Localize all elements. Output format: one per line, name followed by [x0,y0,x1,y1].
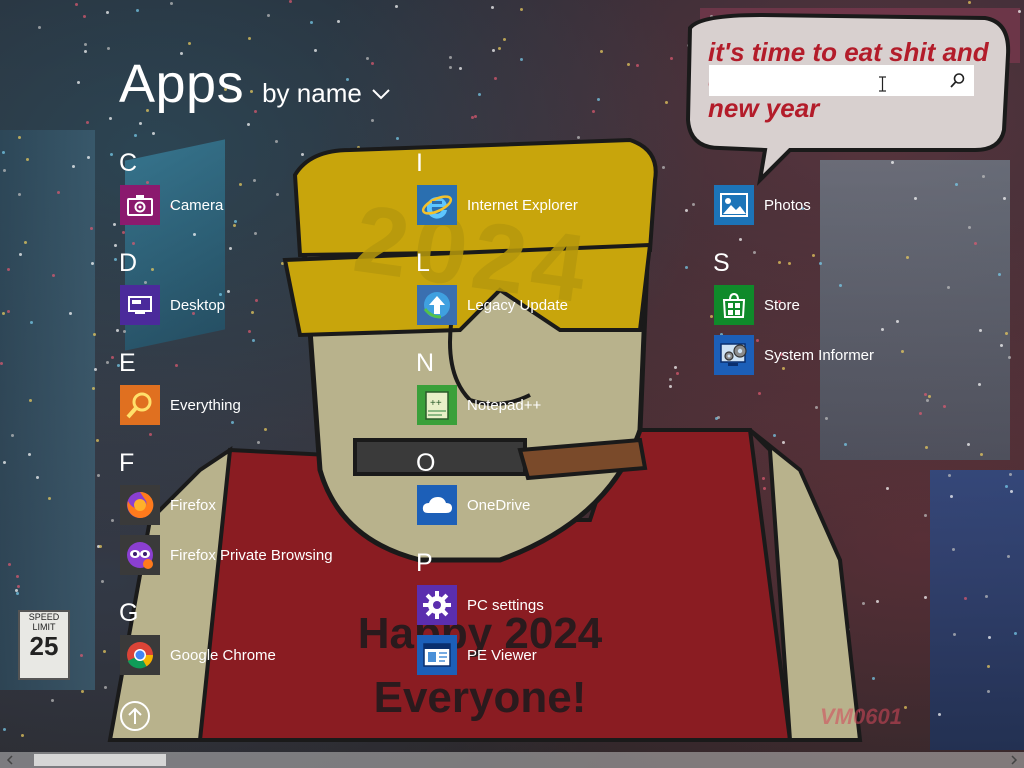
store-icon [714,285,754,325]
horizontal-scrollbar[interactable] [0,752,1024,768]
app-label: Camera [170,196,224,214]
speed-limit-sign-number: 25 [29,631,59,661]
group-header-c[interactable]: C [119,149,137,178]
firefox-icon [120,485,160,525]
app-label: OneDrive [467,496,531,514]
notepad-plus-icon: ++ [417,385,457,425]
gear-icon [417,585,457,625]
firefox-private-icon [120,535,160,575]
app-item-internet-explorer[interactable]: Internet Explorer [417,185,578,225]
app-item-legacy-update[interactable]: Legacy Update [417,285,568,325]
photos-icon [714,185,754,225]
internet-explorer-icon [417,185,457,225]
group-header-o[interactable]: O [416,449,435,478]
app-label: Firefox [170,496,216,514]
group-header-d[interactable]: D [119,249,137,278]
legacy-update-icon [417,285,457,325]
app-label: Desktop [170,296,226,314]
group-header-i[interactable]: I [416,149,423,178]
page-title: Apps [119,54,245,114]
app-label: Photos [764,196,811,214]
group-header-e[interactable]: E [119,349,136,378]
magnifier-icon [120,385,160,425]
chrome-icon [120,635,160,675]
app-label: Everything [170,396,241,414]
group-header-f[interactable]: F [119,449,134,478]
app-label: System Informer [764,346,875,364]
group-header-g[interactable]: G [119,599,138,628]
sort-label: by name [262,78,362,108]
app-item-photos[interactable]: Photos [714,185,811,225]
app-item-firefox-private-browsing[interactable]: Firefox Private Browsing [120,535,333,575]
camera-icon [120,185,160,225]
app-label: Legacy Update [467,296,568,314]
search-icon[interactable] [949,72,966,89]
arrow-up-icon [128,707,142,724]
app-item-notepad-plus-plus[interactable]: ++ Notepad++ [417,385,541,425]
pe-viewer-icon [417,635,457,675]
app-label: Google Chrome [170,646,276,664]
text-cursor-icon [879,76,886,92]
scroll-left-arrow-icon[interactable] [4,754,16,766]
app-label: PC settings [467,596,544,614]
chevron-down-icon [372,88,390,99]
app-label: Firefox Private Browsing [170,546,333,564]
app-item-desktop[interactable]: Desktop [120,285,225,325]
app-item-pc-settings[interactable]: PC settings [417,585,544,625]
sort-dropdown[interactable]: by name [262,78,390,109]
app-item-google-chrome[interactable]: Google Chrome [120,635,276,675]
onedrive-icon [417,485,457,525]
svg-text:++: ++ [430,398,442,409]
group-header-l[interactable]: L [416,249,430,278]
speed-limit-sign: SPEED LIMIT 25 [18,610,70,680]
app-item-everything[interactable]: Everything [120,385,241,425]
scroll-right-arrow-icon[interactable] [1008,754,1020,766]
search-box [709,65,974,96]
desktop-icon [120,285,160,325]
apps-header: Apps by name [119,53,390,115]
group-header-s[interactable]: S [713,249,730,278]
system-informer-icon [714,335,754,375]
app-label: Internet Explorer [467,196,578,214]
group-header-n[interactable]: N [416,349,434,378]
app-item-store[interactable]: Store [714,285,800,325]
group-header-p[interactable]: P [416,549,433,578]
wallpaper-watermark: VM0601 [820,704,902,729]
app-item-camera[interactable]: Camera [120,185,223,225]
scrollbar-thumb[interactable] [34,754,166,766]
app-label: Notepad++ [467,396,542,414]
app-item-firefox[interactable]: Firefox [120,485,216,525]
speed-limit-sign-label: SPEED LIMIT [28,612,60,632]
search-input[interactable] [709,65,941,96]
app-item-pe-viewer[interactable]: PE Viewer [417,635,537,675]
app-label: Store [764,296,800,314]
shirt-text-line2: Everyone! [373,673,587,722]
app-item-system-informer[interactable]: System Informer [714,335,874,375]
app-label: PE Viewer [467,646,537,664]
app-item-onedrive[interactable]: OneDrive [417,485,530,525]
scroll-up-button[interactable] [120,701,150,731]
